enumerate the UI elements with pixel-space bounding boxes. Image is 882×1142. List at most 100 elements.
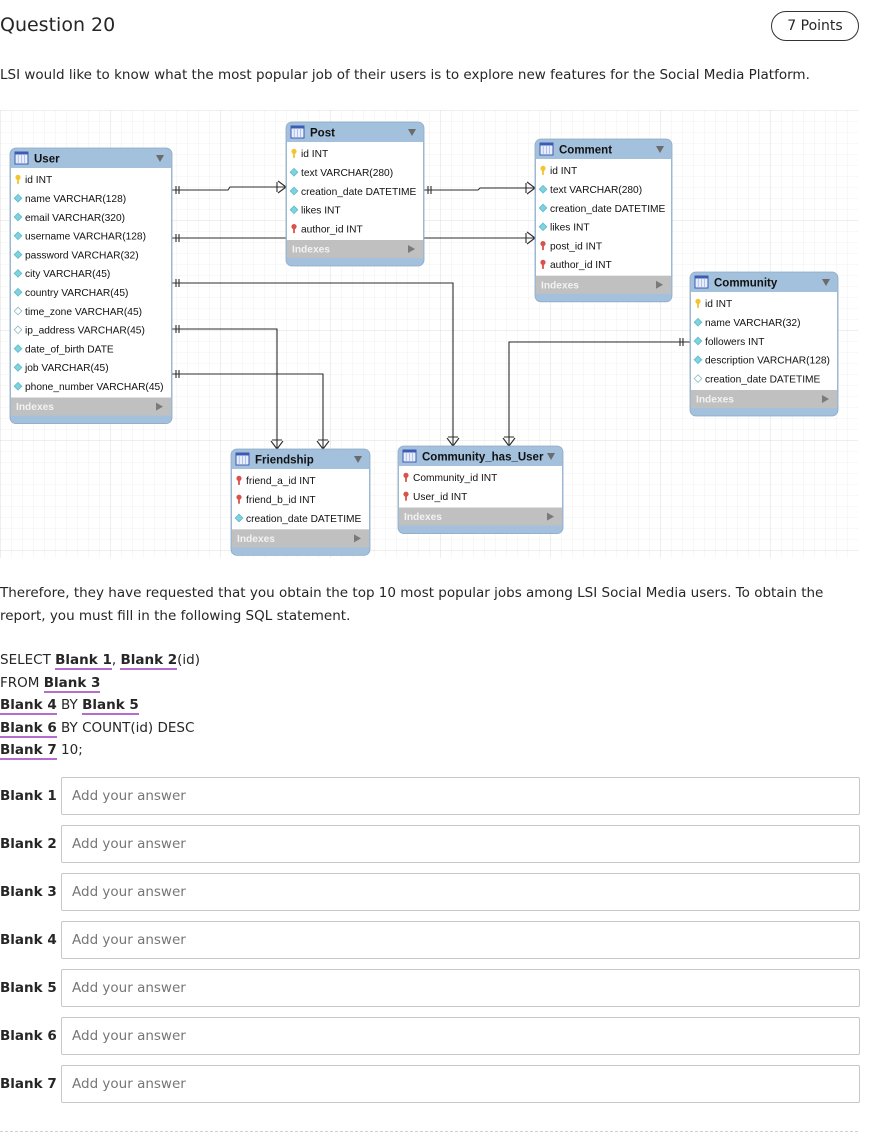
blank-1-input[interactable] [61,777,860,815]
table-user: User id INT name VARCHAR(128) email VARCHAR… [9,147,173,425]
section-divider [0,1131,858,1132]
table-community-has-user: Community_has_User Community_id INT User_i… [397,445,564,534]
answer-label: Blank 2 [0,836,57,852]
table-post: Post id INT text VARCHAR(280) creation_date… [285,121,425,267]
column-name: text VARCHAR(280) [301,168,393,179]
sql-text: SELECT [0,652,56,668]
answers-list: Blank 1 Blank 2 Blank 3 Blank 4 Blank 5 Blank… [0,777,860,1113]
column-name: id INT [301,149,328,160]
column-name: creation_date DATETIME [301,187,417,198]
column-name: city VARCHAR(45) [25,269,110,280]
column-name: id INT [25,175,52,186]
er-diagram: User id INT name VARCHAR(128) email VARCHAR… [0,110,858,558]
points-badge: 7 Points [771,11,859,41]
blank-6-input[interactable] [61,1017,860,1055]
blank-2-input[interactable] [61,825,860,863]
sql-line: Blank 7 10; [0,739,200,762]
table-name: Post [310,128,335,140]
table-icon [14,151,29,165]
column-name: name VARCHAR(32) [705,318,801,329]
blank-reference: Blank 4 [0,697,57,715]
indexes-label: Indexes [696,395,734,406]
sql-statement: SELECT Blank 1, Blank 2(id) FROM Blank 3B… [0,649,200,762]
blank-reference: Blank 2 [120,652,178,670]
blank-reference: Blank 1 [55,652,112,670]
blank-reference: Blank 6 [0,719,57,738]
blank-4-input[interactable] [61,921,860,959]
column-name: post_id INT [550,241,602,252]
column-name: description VARCHAR(128) [705,356,830,367]
column-name: time_zone VARCHAR(45) [25,307,142,318]
table-comment: Comment id INT text VARCHAR(280) creation_d… [534,138,673,303]
answer-label: Blank 1 [0,788,57,804]
indexes-label: Indexes [541,280,579,291]
sql-line: SELECT Blank 1, Blank 2(id) [0,649,200,672]
blank-3-input[interactable] [61,873,860,911]
column-name: friend_a_id INT [246,476,316,487]
column-name: creation_date DATETIME [705,374,821,385]
column-name: likes INT [550,223,590,234]
table-icon [290,125,305,139]
indexes-label: Indexes [237,534,275,545]
column-name: creation_date DATETIME [550,204,666,215]
column-name: password VARCHAR(32) [25,250,139,261]
table-icon [235,452,250,466]
column-name: country VARCHAR(45) [25,288,128,299]
indexes-label: Indexes [404,512,442,523]
sql-line: Blank 6 BY COUNT(id) DESC [0,717,200,740]
blank-reference: Blank 5 [82,697,139,715]
column-name: username VARCHAR(128) [25,232,146,243]
blank-7-input[interactable] [61,1065,860,1103]
answer-row: Blank 5 [0,969,860,1007]
sql-text: 10; [56,742,83,758]
blank-reference: Blank 7 [0,742,57,760]
answer-label: Blank 5 [0,980,57,996]
indexes-label: Indexes [292,245,330,256]
answer-label: Blank 7 [0,1076,57,1092]
column-name: name VARCHAR(128) [25,194,126,205]
answer-row: Blank 7 [0,1065,860,1103]
blank-reference: Blank 3 [43,674,101,693]
answer-label: Blank 3 [0,884,57,900]
table-name: Community_has_User [422,452,544,464]
sql-text: BY COUNT(id) DESC [56,719,195,736]
sql-text: (id) [177,652,201,668]
column-name: User_id INT [413,492,467,503]
table-icon [402,449,417,463]
answer-label: Blank 6 [0,1028,57,1044]
table-friendship: Friendship friend_a_id INT friend_b_id INT… [230,448,371,556]
table-icon [694,275,709,289]
column-name: phone_number VARCHAR(45) [25,382,164,393]
column-name: id INT [550,166,577,177]
column-name: id INT [705,299,732,310]
column-name: friend_b_id INT [246,495,316,506]
table-icon [539,142,554,156]
blank-5-input[interactable] [61,969,860,1007]
column-name: ip_address VARCHAR(45) [25,326,145,337]
sql-text: BY [56,697,83,713]
answer-row: Blank 3 [0,873,860,911]
question-paragraph: Therefore, they have requested that you … [0,585,824,624]
table-name: Comment [559,145,612,157]
column-name: creation_date DATETIME [246,514,362,525]
question-intro: LSI would like to know what the most pop… [0,67,810,83]
table-name: Friendship [255,455,314,467]
column-name: email VARCHAR(320) [25,213,125,224]
question-title: Question 20 [0,14,116,36]
column-name: author_id INT [550,260,612,271]
answer-row: Blank 2 [0,825,860,863]
table-community: Community id INT name VARCHAR(32) followers… [689,271,839,417]
sql-line: FROM Blank 3 [0,672,200,695]
column-name: followers INT [705,337,764,348]
sql-line: Blank 4 BY Blank 5 [0,694,200,717]
answer-row: Blank 6 [0,1017,860,1055]
column-name: date_of_birth DATE [25,344,114,355]
answer-label: Blank 4 [0,932,57,948]
table-name: Community [714,278,778,290]
indexes-label: Indexes [16,402,54,413]
column-name: Community_id INT [413,473,497,484]
column-name: text VARCHAR(280) [550,185,642,196]
table-name: User [34,154,60,166]
sql-text: FROM [0,674,44,691]
column-name: likes INT [301,206,341,217]
